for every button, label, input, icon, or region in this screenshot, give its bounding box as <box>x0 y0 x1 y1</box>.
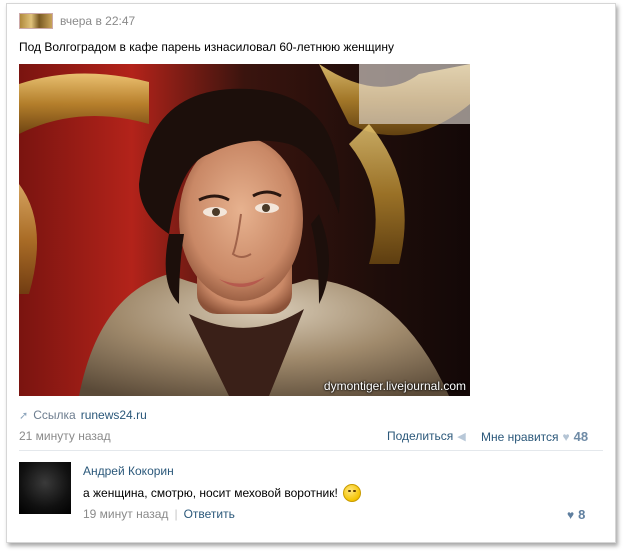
link-text[interactable]: runews24.ru <box>81 408 147 422</box>
link-attachment[interactable]: ➚ Ссылка runews24.ru <box>19 408 147 422</box>
comment-text-row: а женщина, смотрю, носит меховой воротни… <box>83 484 361 502</box>
reply-button[interactable]: Ответить <box>184 507 235 521</box>
comment-like-count: 8 <box>578 507 586 522</box>
share-button[interactable]: Поделиться ◀ <box>387 429 466 443</box>
comments-divider <box>19 450 603 451</box>
source-avatar[interactable] <box>19 13 53 29</box>
link-arrow-icon: ➚ <box>19 409 29 422</box>
comment-avatar[interactable] <box>19 462 71 514</box>
photo-illustration <box>19 64 470 396</box>
megaphone-icon: ◀ <box>457 430 466 443</box>
like-count: 48 <box>573 429 589 444</box>
comment-author[interactable]: Андрей Кокорин <box>83 464 174 478</box>
post-time[interactable]: вчера в 22:47 <box>60 14 135 28</box>
smiley-icon <box>342 484 361 502</box>
like-label: Мне нравится <box>481 429 559 444</box>
comment-separator: | <box>174 507 178 521</box>
post-card: вчера в 22:47 Под Волгоградом в кафе пар… <box>6 3 616 543</box>
heart-icon: ♥ <box>562 429 570 444</box>
like-button[interactable]: Мне нравится ♥ 48 <box>481 429 588 444</box>
heart-icon: ♥ <box>567 507 575 522</box>
link-prefix: Ссылка <box>33 408 76 422</box>
post-photo[interactable]: dymontiger.livejournal.com <box>19 64 470 396</box>
comment-time[interactable]: 19 минут назад <box>83 507 168 521</box>
comment-text: а женщина, смотрю, носит меховой воротни… <box>83 486 338 500</box>
post-footer-time[interactable]: 21 минуту назад <box>19 429 111 443</box>
post-text: Под Волгоградом в кафе парень изнасилова… <box>19 40 394 54</box>
share-label: Поделиться <box>387 429 454 443</box>
photo-watermark: dymontiger.livejournal.com <box>323 379 466 393</box>
comment-like-button[interactable]: ♥ 8 <box>567 507 585 522</box>
comment-footer: 19 минут назад | Ответить <box>83 507 235 521</box>
